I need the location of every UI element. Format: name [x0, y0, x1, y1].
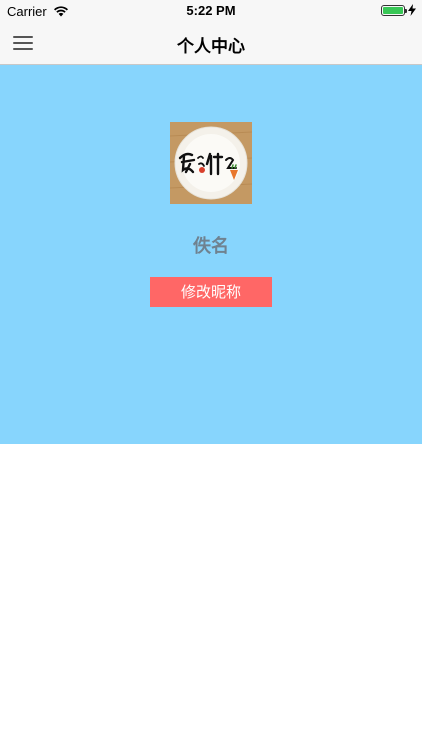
page-title: 个人中心	[177, 37, 245, 57]
battery-icon	[381, 4, 407, 16]
status-right	[381, 4, 416, 16]
charging-bolt-icon	[408, 4, 416, 16]
username: 佚名	[193, 236, 229, 257]
navigation-bar: 个人中心	[0, 22, 422, 65]
avatar-logo-image	[170, 122, 252, 204]
app-screen: Carrier 5:22 PM 个人中心 佚名 修改昵称	[0, 0, 422, 750]
avatar[interactable]	[170, 122, 252, 204]
edit-nickname-button[interactable]: 修改昵称	[150, 277, 272, 307]
status-bar: Carrier 5:22 PM	[0, 0, 422, 22]
profile-panel: 佚名 修改昵称	[0, 65, 422, 444]
status-time: 5:22 PM	[186, 3, 236, 18]
